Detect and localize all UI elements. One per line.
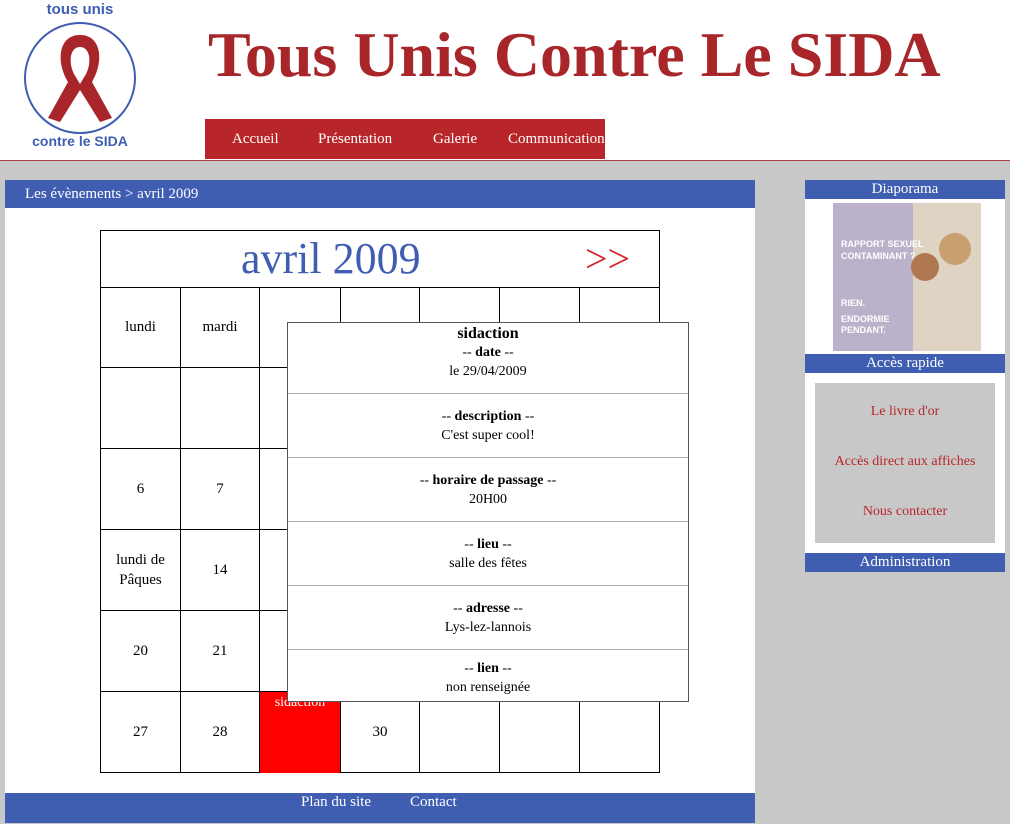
footer-plan-du-site[interactable]: Plan du site <box>301 794 371 811</box>
lien-label: lien <box>477 660 499 676</box>
day-label: 30 <box>372 724 388 740</box>
popup-horaire: -- horaire de passage -- 20H00 <box>288 458 688 522</box>
day-cell: 14 <box>181 530 260 611</box>
event-day-cell[interactable]: sidaction <box>260 692 341 773</box>
weekday-label: mardi <box>202 318 238 335</box>
quick-access-panel: Le livre d'or Accès direct aux affiches … <box>805 373 1005 553</box>
day-label: 21 <box>212 642 228 659</box>
popup-date: -- date -- le 29/04/2009 <box>288 343 688 394</box>
day-cell: 20 <box>101 611 181 692</box>
main-nav: Accueil Présentation Galerie Communicati… <box>205 119 605 159</box>
day-label: 28 <box>212 724 228 740</box>
nav-accueil[interactable]: Accueil <box>232 131 279 148</box>
horaire-label: horaire de passage <box>432 472 544 488</box>
date-label: date <box>475 345 501 360</box>
day-label: 20 <box>133 642 148 659</box>
day-cell: lundi de Pâques <box>101 530 181 611</box>
breadcrumb-text: Les évènements > avril 2009 <box>25 186 199 202</box>
day-cell: 21 <box>181 611 260 692</box>
day-cell: 30 <box>341 692 420 773</box>
sidebar: Diaporama RAPPORT SEXUEL CONTAMINANT ? R… <box>805 180 1005 572</box>
poster-line-1: RAPPORT SEXUEL <box>841 239 924 249</box>
diaporama-header: Diaporama <box>805 180 1005 199</box>
day-cell: 27 <box>101 692 181 773</box>
horaire-value: 20H00 <box>468 491 508 507</box>
logo-text-bottom: contre le SIDA <box>32 133 128 149</box>
calendar-header: avril 2009 >> <box>101 231 659 288</box>
acces-rapide-header: Accès rapide <box>805 354 1005 373</box>
poster-line-2: CONTAMINANT ? <box>841 251 915 261</box>
popup-lieu: -- lieu -- salle des fêtes <box>288 522 688 586</box>
diaporama-slideshow: RAPPORT SEXUEL CONTAMINANT ? RIEN. ENDOR… <box>805 199 1005 354</box>
day-cell <box>500 692 580 773</box>
breadcrumb: Les évènements > avril 2009 <box>5 180 755 208</box>
ribbon-logo[interactable]: tous unis contre le SIDA <box>18 0 142 150</box>
poster-line-3: RIEN. <box>841 298 865 308</box>
link-livre-dor[interactable]: Le livre d'or <box>815 404 995 420</box>
logo-text-top: tous unis <box>47 1 114 18</box>
weekday-header: mardi <box>181 287 260 368</box>
site-title: Tous Unis Contre Le SIDA <box>208 19 941 90</box>
day-cell: 28 <box>181 692 260 773</box>
day-cell <box>181 368 260 449</box>
nav-communication[interactable]: Communication <box>508 131 605 148</box>
day-cell <box>101 368 181 449</box>
day-label: 7 <box>216 480 224 497</box>
poster-line-4: ENDORMIE <box>841 314 890 324</box>
poster-line-5: PENDANT. <box>841 325 886 335</box>
day-label: 6 <box>136 480 145 497</box>
lien-value: non renseignée <box>445 679 531 695</box>
popup-title: sidaction <box>457 325 519 342</box>
popup-adresse: -- adresse -- Lys-lez-lannois <box>288 586 688 650</box>
nav-presentation[interactable]: Présentation <box>318 131 392 148</box>
weekday-header: lundi <box>101 287 181 368</box>
popup-lien: -- lien -- non renseignée <box>288 650 688 701</box>
nav-galerie[interactable]: Galerie <box>433 131 477 148</box>
next-month-button[interactable]: >> <box>585 235 630 282</box>
day-cell <box>420 692 500 773</box>
administration-header[interactable]: Administration <box>805 553 1005 572</box>
site-footer: Plan du site Contact <box>5 793 755 823</box>
day-label: lundi de Pâques <box>116 552 165 588</box>
weekday-label: lundi <box>125 318 156 335</box>
popup-description: -- description -- C'est super cool! <box>288 394 688 458</box>
adresse-value: Lys-lez-lannois <box>444 619 532 635</box>
poster-image[interactable]: RAPPORT SEXUEL CONTAMINANT ? RIEN. ENDOR… <box>805 199 1005 354</box>
lieu-label: lieu <box>477 536 499 552</box>
date-value: le 29/04/2009 <box>449 364 527 379</box>
description-value: C'est super cool! <box>441 427 535 443</box>
day-cell: 6 <box>101 449 181 530</box>
adresse-label: adresse <box>465 600 511 616</box>
day-cell <box>580 692 659 773</box>
lieu-value: salle des fêtes <box>449 555 527 571</box>
site-header: tous unis contre le SIDA Tous Unis Contr… <box>0 0 1010 161</box>
day-cell: 7 <box>181 449 260 530</box>
link-nous-contacter[interactable]: Nous contacter <box>815 504 995 520</box>
calendar-month: avril 2009 <box>241 234 421 283</box>
day-label: 27 <box>133 724 148 740</box>
description-label: description <box>454 408 522 424</box>
link-acces-affiches[interactable]: Accès direct aux affiches <box>815 454 995 470</box>
footer-contact[interactable]: Contact <box>410 794 457 811</box>
event-popup: sidaction -- date -- le 29/04/2009 -- de… <box>287 322 689 702</box>
day-label: 14 <box>212 561 228 578</box>
quick-access-links: Le livre d'or Accès direct aux affiches … <box>815 383 995 543</box>
